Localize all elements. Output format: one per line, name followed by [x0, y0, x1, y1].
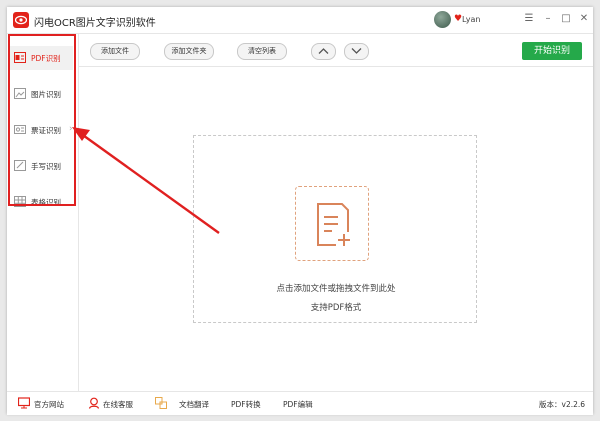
- file-drop-zone[interactable]: 点击添加文件或拖拽文件到此处 支持PDF格式: [193, 135, 477, 323]
- official-site-link[interactable]: 官方网站: [34, 399, 64, 410]
- heart-icon: ♥: [454, 14, 463, 24]
- supported-format-text: 支持PDF格式: [310, 303, 362, 313]
- chevron-up-icon: [318, 48, 329, 54]
- footer: 官方网站 在线客服 文档翻译 PDF转换 PDF编辑 版本：v2.2.6: [7, 391, 593, 415]
- pdf-edit-link[interactable]: PDF编辑: [283, 399, 313, 410]
- add-document-icon[interactable]: [295, 186, 369, 261]
- customer-service-icon: [88, 397, 100, 409]
- pdf-convert-link[interactable]: PDF转换: [231, 399, 261, 410]
- title-bar: 闪电OCR图片文字识别软件 ♥ Lyan ☰ – □ ✕: [7, 7, 593, 34]
- online-service-link[interactable]: 在线客服: [103, 399, 133, 410]
- maximize-icon[interactable]: □: [559, 12, 573, 26]
- app-window: 闪电OCR图片文字识别软件 ♥ Lyan ☰ – □ ✕ 添加文件 添加文件夹 …: [7, 7, 593, 415]
- add-file-button[interactable]: 添加文件: [90, 43, 140, 60]
- move-down-button[interactable]: [344, 43, 369, 60]
- clear-list-button[interactable]: 清空列表: [237, 43, 287, 60]
- doc-translate-link[interactable]: 文档翻译: [179, 399, 209, 410]
- toolbar: 添加文件 添加文件夹 清空列表 开始识别: [7, 34, 593, 67]
- chevron-down-icon: [351, 48, 362, 54]
- app-title: 闪电OCR图片文字识别软件: [34, 18, 156, 29]
- app-logo-icon: [13, 12, 29, 28]
- annotation-highlight-box: [8, 34, 76, 206]
- add-folder-button[interactable]: 添加文件夹: [164, 43, 214, 60]
- translate-icon: [155, 397, 167, 409]
- start-recognition-button[interactable]: 开始识别: [522, 42, 582, 60]
- minimize-icon[interactable]: –: [541, 12, 555, 26]
- drop-hint: 点击添加文件或拖拽文件到此处: [276, 284, 396, 294]
- monitor-icon: [18, 397, 30, 409]
- move-up-button[interactable]: [311, 43, 336, 60]
- avatar[interactable]: [434, 11, 451, 28]
- version-label: 版本：v2.2.6: [539, 400, 586, 409]
- close-icon[interactable]: ✕: [577, 12, 591, 26]
- username[interactable]: Lyan: [462, 15, 480, 24]
- menu-icon[interactable]: ☰: [522, 12, 536, 26]
